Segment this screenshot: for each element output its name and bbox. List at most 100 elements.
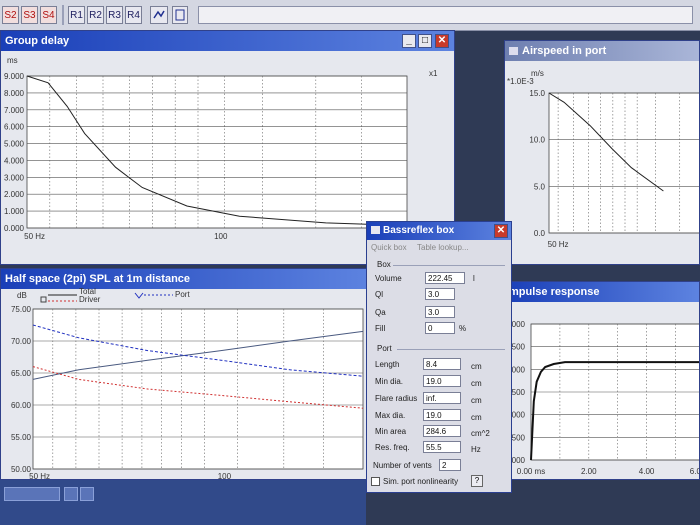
toolbar-button-r2[interactable]: R2 [87,6,104,24]
group-delay-y-tick-label: 3.000 [4,173,25,182]
box-group-label: Box [377,260,391,269]
toolbar-toggle-icon[interactable] [172,6,188,24]
taskbar-item-close[interactable] [80,487,94,501]
spl-y-tick-label: 55.00 [11,433,32,442]
max-dia-label: Max dia. [375,411,406,420]
spl-y-ticks: 75.0070.0065.0060.0055.0050.00 [11,305,32,474]
airspeed-y-ticks: 15.0 10.0 5.0 0.0 [529,89,545,238]
taskbar-item-restore[interactable] [64,487,78,501]
maximize-icon[interactable]: □ [418,34,432,48]
box-group-line [393,265,505,266]
res-freq-label: Res. freq. [375,443,410,452]
bassreflex-dialog: Bassreflex box ✕ Quick box Table lookup.… [366,221,512,493]
impulse-titlebar[interactable]: mpulse response [505,282,699,302]
spl-x-tick-label: 50 Hz [29,472,50,480]
airspeed-x-tick-label: 50 Hz [548,240,569,249]
qa-input[interactable]: 3.0 [425,306,455,318]
flare-radius-label: Flare radius [375,394,418,403]
group-delay-y-tick-label: 7.000 [4,106,25,115]
min-area-unit: cm^2 [471,429,490,438]
impulse-x-tick-label: 4.00 [639,467,655,476]
help-button[interactable]: ? [471,475,483,487]
ql-label: Ql [375,290,383,299]
toolbar-button-s2[interactable]: S2 [2,6,19,24]
group-delay-y-tick-label: 1.000 [4,207,25,216]
impulse-x-tick-label: 6.00 [690,467,700,476]
group-delay-plot-area [26,75,408,229]
group-delay-titlebar[interactable]: Group delay [1,31,454,51]
impulse-x-tick-label: 0.00 ms [517,467,545,476]
airspeed-title: Airspeed in port [522,45,607,57]
impulse-window: mpulse response .000.500.000.500.000.500… [504,281,700,480]
toolbar-button-s4[interactable]: S4 [40,6,57,24]
taskbar-item[interactable] [4,487,60,501]
volume-unit: l [473,274,475,283]
toolbar: S2 S3 S4 R1 R2 R3 R4 [0,0,700,31]
spl-y-tick-label: 60.00 [11,401,32,410]
group-delay-x-tick-label: 100 [214,232,228,241]
volume-input[interactable]: 222.45 [425,272,465,284]
window-icon [509,47,518,56]
vents-label: Number of vents [373,461,432,470]
flare-radius-input[interactable]: inf. [423,392,461,404]
min-area-input[interactable]: 284.6 [423,425,461,437]
port-group-line [397,349,505,350]
min-dia-input[interactable]: 19.0 [423,375,461,387]
spl-titlebar[interactable]: Half space (2pi) SPL at 1m distance [1,269,371,289]
sim-port-checkbox[interactable] [371,477,380,486]
min-area-label: Min area [375,427,407,436]
close-icon[interactable]: ✕ [435,34,449,48]
spl-x-ticks: 50 Hz 100 [29,472,232,480]
airspeed-y-tick-label: 0.0 [534,229,546,238]
group-delay-y-tick-label: 0.000 [4,224,25,233]
minimize-icon[interactable]: _ [402,34,416,48]
impulse-x-tick-label: 2.00 [581,467,597,476]
toolbar-button-s3[interactable]: S3 [21,6,38,24]
spl-plot-area [32,308,364,470]
vents-input[interactable]: 2 [439,459,461,471]
flare-radius-unit: cm [471,396,482,405]
toolbar-status-field [198,6,693,24]
bassreflex-titlebar[interactable]: Bassreflex box [367,222,511,240]
legend-port-marker [134,292,144,299]
group-delay-x-ticks: 50 Hz 100 [24,232,228,241]
fill-unit: % [459,324,467,333]
impulse-x-ticks: 0.00 ms 2.00 4.00 6.00 [517,467,700,476]
group-delay-y-tick-label: 8.000 [4,89,25,98]
toolbar-button-r3[interactable]: R3 [106,6,123,24]
toolbar-separator [62,5,64,25]
res-freq-input[interactable]: 55.5 [423,441,461,453]
airspeed-x-ticks: 50 Hz [548,240,569,249]
qa-label: Qa [375,308,386,317]
toolbar-button-r1[interactable]: R1 [68,6,85,24]
length-unit: cm [471,362,482,371]
ql-input[interactable]: 3.0 [425,288,455,300]
fill-input[interactable]: 0 [425,322,455,334]
max-dia-input[interactable]: 19.0 [423,409,461,421]
length-input[interactable]: 8.4 [423,358,461,370]
group-delay-y-tick-label: 6.000 [4,123,25,132]
fill-label: Fill [375,324,386,333]
taskbar [0,480,366,525]
sim-port-label: Sim. port nonlinearity [383,477,459,486]
airspeed-y-tick-label: 15.0 [529,89,545,98]
max-dia-unit: cm [471,413,482,422]
menu-quick-box[interactable]: Quick box [371,243,407,252]
group-delay-y-tick-label: 5.000 [4,140,25,149]
dialog-close-icon[interactable]: ✕ [494,224,508,238]
toolbar-tool-icon[interactable] [150,6,168,24]
bassreflex-title: Bassreflex box [383,225,455,236]
impulse-chart: .000.500.000.500.000.500.000 0.00 ms 2.00… [509,320,700,476]
port-group-label: Port [377,344,392,353]
dialog-icon [371,226,380,235]
airspeed-titlebar[interactable]: Airspeed in port [505,41,699,61]
airspeed-window: Airspeed in port m/s *1.0E-3 15.0 10.0 5.0… [504,40,700,265]
airspeed-chart: 15.0 10.0 5.0 0.0 50 Hz [529,89,699,249]
group-delay-y-tick-label: 9.000 [4,72,25,81]
spl-window: Half space (2pi) SPL at 1m distance dB T… [0,268,372,480]
spl-chart: 75.0070.0065.0060.0055.0050.00 50 Hz 100 [11,292,364,480]
spl-x-tick-label: 100 [218,472,232,480]
menu-table-lookup[interactable]: Table lookup... [417,243,469,252]
toolbar-button-r4[interactable]: R4 [125,6,142,24]
res-freq-unit: Hz [471,445,481,454]
